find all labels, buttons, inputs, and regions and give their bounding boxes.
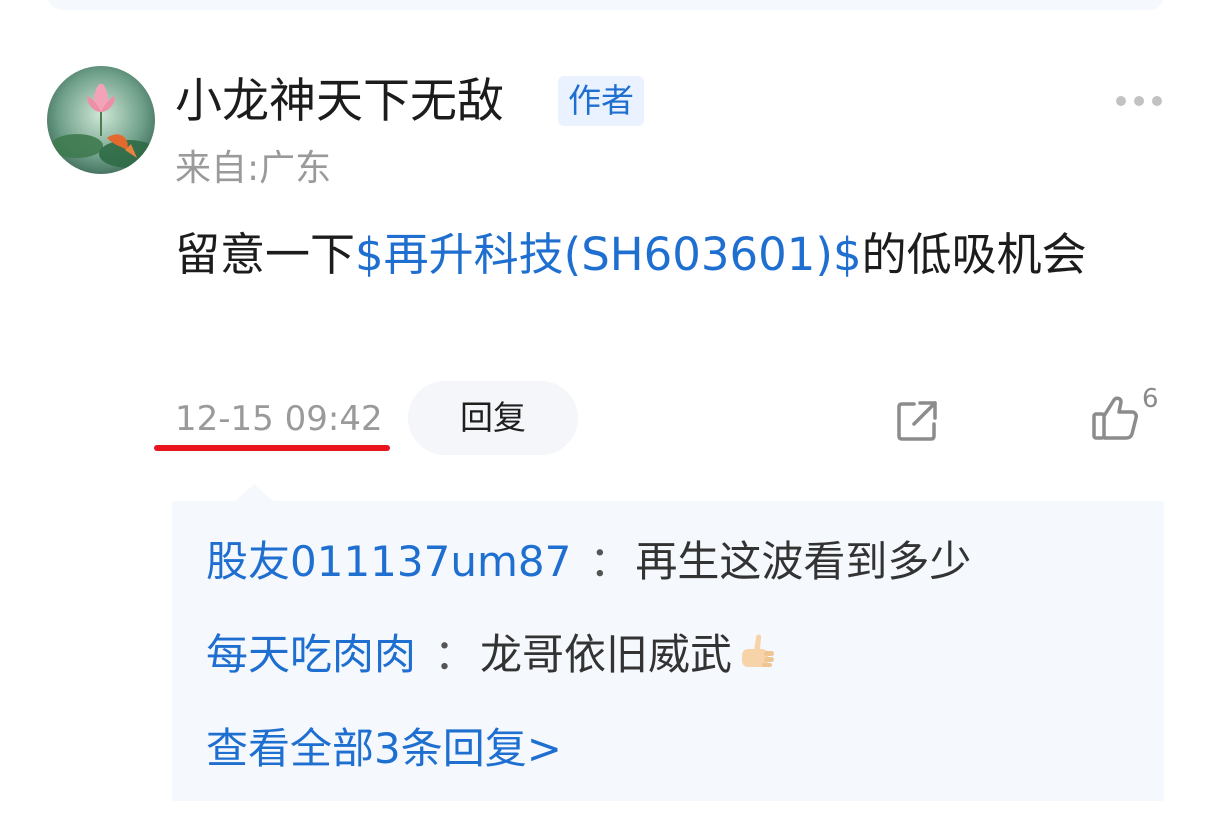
- previous-card-edge: [48, 0, 1164, 10]
- reply-item[interactable]: 股友011137um87 ：再生这波看到多少: [206, 532, 971, 592]
- avatar[interactable]: [47, 66, 155, 174]
- more-dots-icon[interactable]: [1112, 92, 1166, 110]
- thumbs-up-icon[interactable]: [1090, 392, 1142, 444]
- share-icon[interactable]: [892, 396, 942, 446]
- author-badge: 作者: [558, 76, 644, 126]
- view-all-replies-link[interactable]: 查看全部3条回复>: [206, 719, 562, 779]
- reply-item[interactable]: 每天吃肉肉 ：龙哥依旧威武: [206, 625, 778, 685]
- reply-content: 再生这波看到多少: [635, 537, 972, 586]
- reply-button[interactable]: 回复: [408, 381, 578, 455]
- username[interactable]: 小龙神天下无敌: [175, 72, 504, 132]
- post-text: 留意一下$再升科技(SH603601)$的低吸机会: [175, 218, 1165, 292]
- reply-content: 龙哥依旧威武: [480, 630, 733, 679]
- reply-separator: ：: [589, 537, 632, 586]
- thumbs-up-emoji-icon: [742, 634, 775, 667]
- reply-separator: ：: [434, 630, 477, 679]
- replies-box: 股友011137um87 ：再生这波看到多少 每天吃肉肉 ：龙哥依旧威武 查看全部3…: [172, 501, 1164, 801]
- stock-link[interactable]: $再升科技(SH603601)$: [355, 228, 862, 281]
- post-text-before: 留意一下: [175, 228, 356, 281]
- timestamp: 12-15 09:42: [175, 399, 383, 439]
- location-label: 来自:广东: [175, 148, 332, 189]
- like-count: 6: [1142, 384, 1159, 414]
- replies-pointer: [234, 484, 274, 502]
- reply-author[interactable]: 每天吃肉肉: [206, 630, 416, 679]
- reply-author[interactable]: 股友011137um87: [206, 537, 571, 586]
- avatar-image: [47, 66, 155, 174]
- red-underline-annotation: [154, 445, 390, 451]
- post-text-after: 的低吸机会: [861, 228, 1087, 281]
